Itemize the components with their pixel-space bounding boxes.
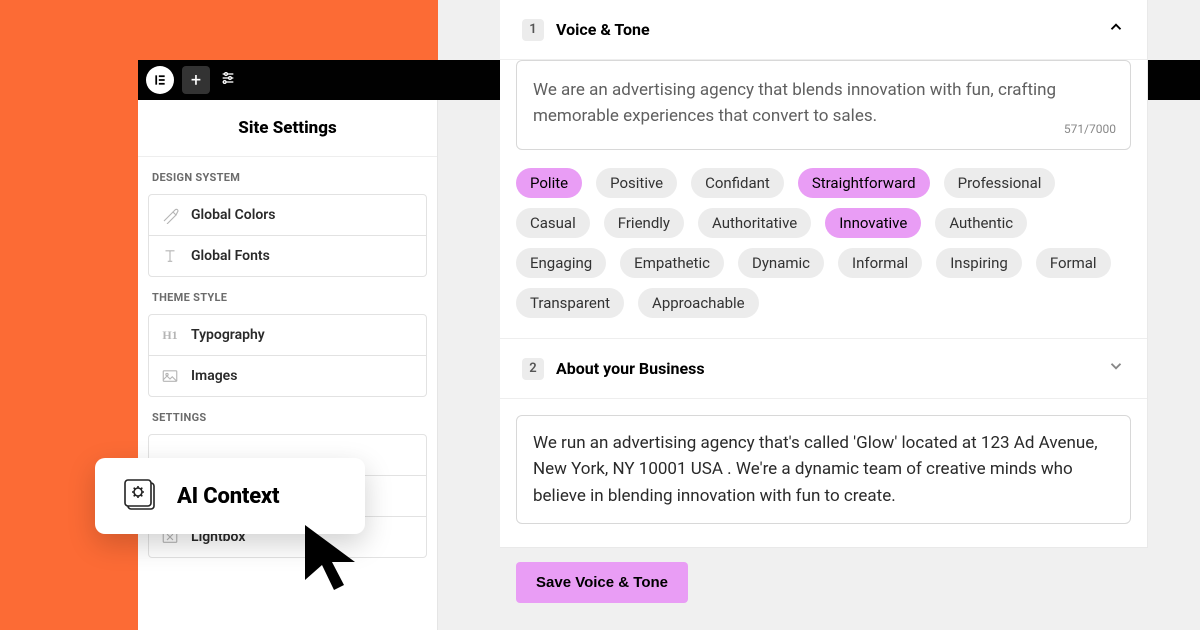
about-body: We run an advertising agency that's call… (500, 399, 1147, 540)
sidebar-item-typography[interactable]: H1 Typography (149, 315, 426, 355)
voice-tone-textarea[interactable]: We are an advertising agency that blends… (516, 60, 1131, 150)
section-label-theme-style: Theme Style (138, 277, 437, 314)
tone-chip-list: Polite Positive Confidant Straightforward Pr… (516, 168, 1131, 318)
tone-chip[interactable]: Empathetic (620, 248, 724, 278)
sidebar-item-label: Global Fonts (191, 248, 270, 264)
save-voice-tone-button[interactable]: Save Voice & Tone (516, 562, 688, 603)
settings-sliders-icon[interactable] (220, 70, 236, 90)
tone-chip[interactable]: Friendly (604, 208, 684, 238)
accordion-header-voice-tone[interactable]: 1 Voice & Tone (500, 0, 1147, 60)
sidebar-item-global-fonts[interactable]: Global Fonts (149, 235, 426, 276)
sidebar-item-global-colors[interactable]: Global Colors (149, 195, 426, 235)
voice-tone-text: We are an advertising agency that blends… (533, 80, 1056, 126)
type-icon (161, 247, 179, 265)
sidebar-item-images[interactable]: Images (149, 355, 426, 396)
sidebar-title: Site Settings (138, 100, 437, 157)
accordion-title: About your Business (556, 359, 1095, 378)
tone-chip[interactable]: Engaging (516, 248, 606, 278)
add-element-button[interactable]: + (182, 66, 210, 94)
tone-chip[interactable]: Formal (1036, 248, 1111, 278)
voice-tone-body: We are an advertising agency that blends… (500, 60, 1147, 339)
tone-chip[interactable]: Dynamic (738, 248, 824, 278)
tone-chip[interactable]: Innovative (825, 208, 921, 238)
palette-icon (161, 206, 179, 224)
voice-tone-panel: 1 Voice & Tone We are an advertising age… (500, 0, 1148, 548)
char-counter: 571/7000 (1064, 120, 1116, 139)
tone-chip[interactable]: Polite (516, 168, 582, 198)
tone-chip[interactable]: Informal (838, 248, 922, 278)
h1-icon: H1 (161, 326, 179, 344)
chevron-up-icon (1107, 18, 1125, 41)
section-label-design-system: Design System (138, 157, 437, 194)
accordion-header-about[interactable]: 2 About your Business (500, 339, 1147, 399)
chevron-down-icon (1107, 357, 1125, 380)
elementor-logo[interactable] (146, 66, 174, 94)
tone-chip[interactable]: Authentic (935, 208, 1027, 238)
settings-sidebar: Site Settings Design System Global Color… (138, 100, 438, 630)
sidebar-item-label: Typography (191, 327, 265, 343)
ai-context-icon (123, 478, 159, 514)
tone-chip[interactable]: Professional (944, 168, 1056, 198)
about-textarea[interactable]: We run an advertising agency that's call… (516, 415, 1131, 524)
cursor-pointer-icon (300, 520, 370, 600)
tone-chip[interactable]: Straightforward (798, 168, 930, 198)
about-text: We run an advertising agency that's call… (533, 433, 1098, 506)
ai-context-label: AI Context (177, 484, 279, 509)
tone-chip[interactable]: Casual (516, 208, 590, 238)
accordion-title: Voice & Tone (556, 20, 1095, 39)
tone-chip[interactable]: Inspiring (936, 248, 1022, 278)
tone-chip[interactable]: Positive (596, 168, 677, 198)
tone-chip[interactable]: Approachable (638, 288, 759, 318)
sidebar-item-label: Global Colors (191, 207, 276, 223)
tone-chip[interactable]: Confidant (691, 168, 784, 198)
section-label-settings: Settings (138, 397, 437, 434)
sidebar-item-label: Images (191, 368, 237, 384)
step-number: 1 (522, 19, 544, 41)
step-number: 2 (522, 358, 544, 380)
tone-chip[interactable]: Transparent (516, 288, 624, 318)
image-icon (161, 367, 179, 385)
tone-chip[interactable]: Authoritative (698, 208, 811, 238)
